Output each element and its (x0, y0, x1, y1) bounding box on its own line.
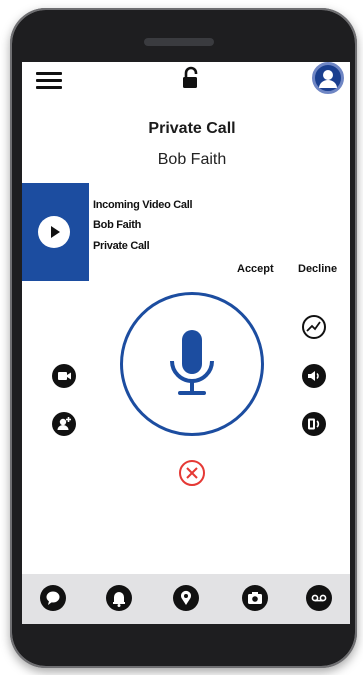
add-user-icon[interactable] (52, 412, 76, 436)
notification-caller: Bob Faith (93, 219, 142, 231)
end-call-icon[interactable] (178, 459, 206, 487)
voicemail-icon[interactable] (306, 585, 332, 611)
bottom-navigation (22, 574, 350, 624)
user-avatar-icon[interactable] (312, 62, 344, 94)
call-type-title: Private Call (148, 120, 236, 137)
location-pin-icon[interactable] (173, 585, 199, 611)
microphone-icon (170, 330, 214, 395)
caller-name: Bob Faith (157, 151, 227, 168)
notification-title: Incoming Video Call (93, 199, 193, 211)
phone-speaker (144, 38, 214, 46)
stage: Private Call Bob Faith Incoming Video Ca… (0, 0, 363, 675)
camera-icon[interactable] (242, 585, 268, 611)
play-icon[interactable] (38, 216, 70, 248)
signal-trend-icon[interactable] (302, 315, 326, 339)
phone-switch-icon[interactable] (302, 412, 326, 436)
microphone-button[interactable] (120, 292, 264, 436)
accept-button[interactable]: Accept (237, 263, 274, 275)
decline-button[interactable]: Decline (298, 263, 337, 275)
lock-open-icon (180, 66, 202, 90)
video-camera-icon[interactable] (52, 364, 76, 388)
phone-screen: Private Call Bob Faith Incoming Video Ca… (22, 62, 350, 624)
alert-bell-icon[interactable] (106, 585, 132, 611)
notification-call-type: Private Call (93, 240, 150, 252)
chat-icon[interactable] (40, 585, 66, 611)
notification-panel (22, 183, 89, 281)
speaker-volume-icon[interactable] (302, 364, 326, 388)
menu-icon[interactable] (36, 70, 62, 90)
